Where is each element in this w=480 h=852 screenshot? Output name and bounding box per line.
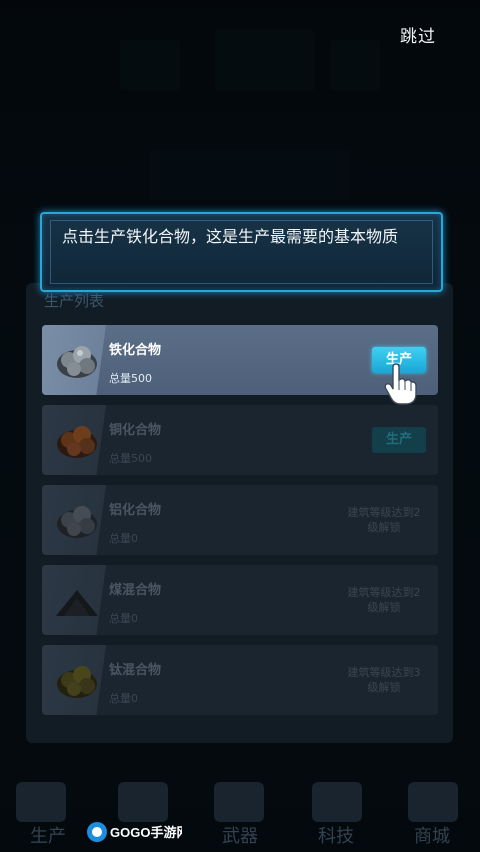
gear-icon — [16, 782, 66, 822]
unlock-requirement: 建筑等级达到3级解锁 — [347, 666, 421, 694]
list-item-copper[interactable]: 铜化合物 总量500 生产 — [42, 405, 438, 475]
copper-ore-icon — [57, 426, 97, 458]
coal-pile-icon — [56, 590, 98, 616]
item-total: 总量500 — [109, 452, 152, 465]
nav-shop[interactable]: 商城 — [384, 822, 480, 848]
item-name: 煤混合物 — [109, 583, 162, 598]
iron-ore-icon — [57, 346, 97, 378]
weapon-icon — [214, 782, 264, 822]
item-total: 总量0 — [109, 692, 138, 705]
list-item-titanium[interactable]: 钛混合物 总量0 建筑等级达到3级解锁 — [42, 645, 438, 715]
pointer-hand-icon — [384, 363, 417, 405]
tutorial-tip: 点击生产铁化合物，这是生产最需要的基本物质 — [40, 212, 443, 292]
unlock-requirement: 建筑等级达到2级解锁 — [347, 506, 421, 534]
panel-title: 生产列表 — [44, 292, 105, 310]
chest-icon — [118, 782, 168, 822]
titanium-ore-icon — [57, 666, 97, 698]
produce-button[interactable]: 生产 — [372, 427, 426, 453]
list-item-aluminum[interactable]: 铝化合物 总量0 建筑等级达到2级解锁 — [42, 485, 438, 555]
item-total: 总量0 — [109, 612, 138, 625]
item-name: 铁化合物 — [109, 343, 162, 358]
item-name: 铝化合物 — [109, 503, 162, 518]
shop-icon — [408, 782, 458, 822]
gogo-watermark-logo: GOGO手游网 — [87, 822, 182, 842]
list-item-iron[interactable]: 铁化合物 总量500 生产 — [42, 325, 438, 395]
bottom-nav: 生产 武器 科技 商城 — [0, 774, 480, 852]
item-name: 铜化合物 — [109, 423, 162, 438]
nav-weapons[interactable]: 武器 — [192, 822, 288, 848]
nav-tech[interactable]: 科技 — [288, 822, 384, 848]
unlock-requirement: 建筑等级达到2级解锁 — [347, 586, 421, 614]
svg-text:GOGO手游网: GOGO手游网 — [110, 825, 182, 840]
tutorial-tip-text: 点击生产铁化合物，这是生产最需要的基本物质 — [62, 227, 399, 246]
item-name: 钛混合物 — [109, 663, 162, 678]
nav-production[interactable]: 生产 — [0, 822, 96, 848]
skip-button[interactable]: 跳过 — [400, 22, 436, 47]
list-item-coal[interactable]: 煤混合物 总量0 建筑等级达到2级解锁 — [42, 565, 438, 635]
aluminum-ore-icon — [57, 506, 97, 538]
item-total: 总量0 — [109, 532, 138, 545]
item-total: 总量500 — [109, 372, 152, 385]
tech-icon — [312, 782, 362, 822]
